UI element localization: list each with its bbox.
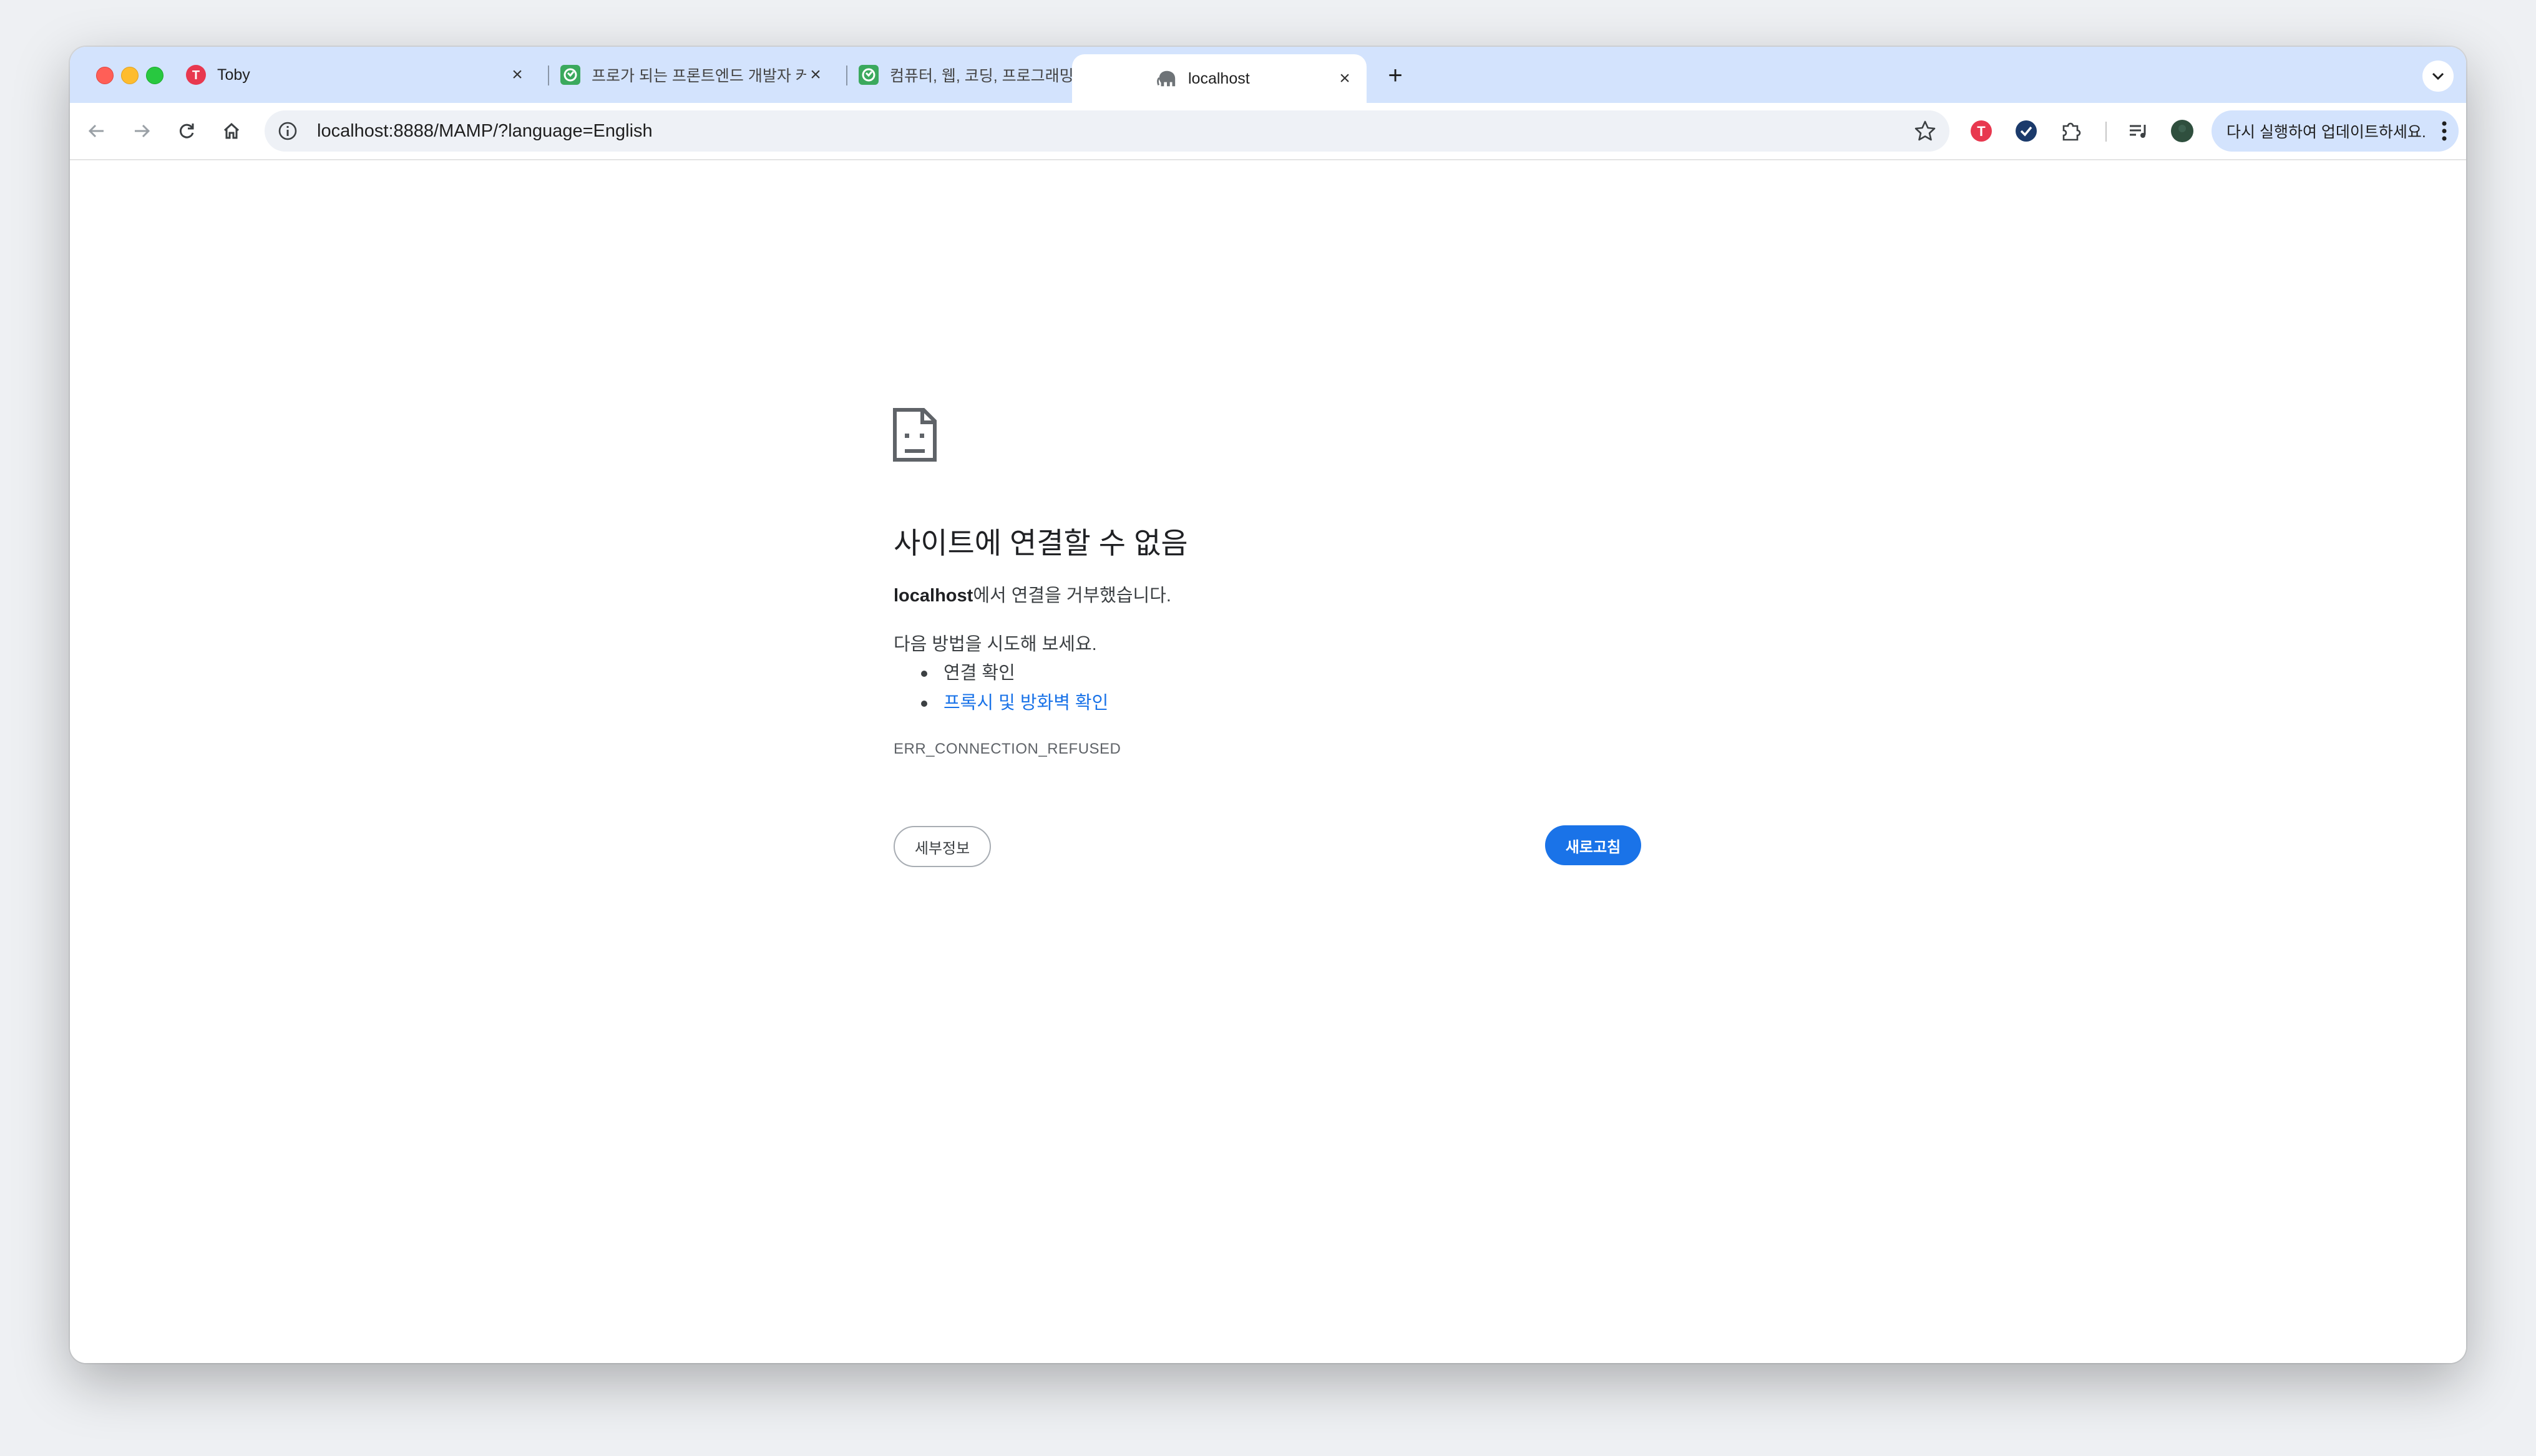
suggestions-heading: 다음 방법을 시도해 보세요. [894,634,1097,654]
browser-window: T Toby × 프로가 되는 프론트엔드 개발자 커리 × 컴퓨터, 웹, 코… [70,47,2466,1363]
check-circle-icon [2016,120,2037,142]
error-message-text: 에서 연결을 거부했습니다. [973,586,1171,606]
tab-search-button[interactable] [2422,61,2454,92]
page-content: 사이트에 연결할 수 없음 localhost에서 연결을 거부했습니다. 다음… [70,160,2466,1363]
tab-toby[interactable]: T Toby × [186,54,539,95]
toby-icon: T [1971,120,1992,142]
toby-extension-button[interactable]: T [1968,118,1994,144]
tab-separator [846,66,847,85]
back-button[interactable] [82,117,111,145]
reload-page-button[interactable]: 새로고침 [1545,825,1641,865]
tab-close-icon[interactable]: × [508,64,527,85]
tab-inflearn-frontend[interactable]: 프로가 되는 프론트엔드 개발자 커리 × [560,54,837,95]
minimize-window-button[interactable] [121,67,139,84]
error-code: ERR_CONNECTION_REFUSED [894,740,1121,757]
error-message: localhost에서 연결을 거부했습니다. [894,581,1171,607]
address-bar[interactable]: localhost:8888/MAMP/?language=English [265,110,1949,152]
tab-close-icon[interactable]: × [806,64,825,85]
tab-title: 컴퓨터, 웹, 코딩, 프로그래밍의 시작 [890,67,1103,85]
svg-text:T: T [192,69,200,82]
error-title: 사이트에 연결할 수 없음 [894,527,1188,560]
details-button[interactable]: 세부정보 [894,826,991,867]
tab-close-icon[interactable]: × [1335,68,1354,89]
update-label: 다시 실행하여 업데이트하세요. [2226,124,2426,141]
tab-title: localhost [1188,69,1250,87]
inflearn-favicon-icon [560,65,580,85]
checkmark-extension-button[interactable] [2013,118,2039,144]
star-icon[interactable] [1913,119,1937,143]
tab-strip: T Toby × 프로가 되는 프론트엔드 개발자 커리 × 컴퓨터, 웹, 코… [70,47,2466,103]
svg-text:T: T [1977,124,1986,139]
suggestion-check-connection: 연결 확인 [894,658,1108,688]
elephant-favicon-icon [1157,69,1177,89]
forward-button[interactable] [127,117,156,145]
arrow-right-icon [135,124,150,138]
media-list-icon [2130,125,2146,138]
tab-localhost[interactable]: localhost × [1072,54,1367,103]
tab-title: Toby [217,66,250,84]
puzzle-icon [2062,122,2081,141]
home-button[interactable] [217,117,246,145]
suggestion-check-proxy-link[interactable]: 프록시 및 방화벽 확인 [894,688,1108,718]
suggestions-list: 연결 확인 프록시 및 방화벽 확인 [894,658,1108,718]
inflearn-favicon-icon [859,65,879,85]
url-text[interactable]: localhost:8888/MAMP/?language=English [317,110,653,152]
home-icon [223,122,240,139]
extensions-button[interactable] [2058,118,2084,144]
reload-button[interactable] [172,117,201,145]
sad-page-icon [893,408,937,462]
chevron-down-icon [2432,72,2444,80]
toolbar: localhost:8888/MAMP/?language=English T … [70,103,2466,160]
zoom-window-button[interactable] [146,67,163,84]
avatar-icon [2171,120,2193,142]
tab-separator [548,66,549,85]
reload-icon [179,124,194,138]
profile-button[interactable] [2169,118,2195,144]
error-host: localhost [894,586,973,606]
new-tab-button[interactable]: + [1383,63,1408,88]
info-icon[interactable] [277,120,298,142]
update-chip[interactable]: 다시 실행하여 업데이트하세요. [2212,110,2459,152]
tab-title: 프로가 되는 프론트엔드 개발자 커리 [592,67,806,85]
close-window-button[interactable] [96,67,114,84]
toolbar-separator [2105,122,2107,142]
toby-favicon-icon: T [186,65,206,85]
arrow-left-icon [88,124,104,138]
more-vertical-icon[interactable] [2441,120,2447,142]
reading-list-button[interactable] [2125,118,2152,144]
